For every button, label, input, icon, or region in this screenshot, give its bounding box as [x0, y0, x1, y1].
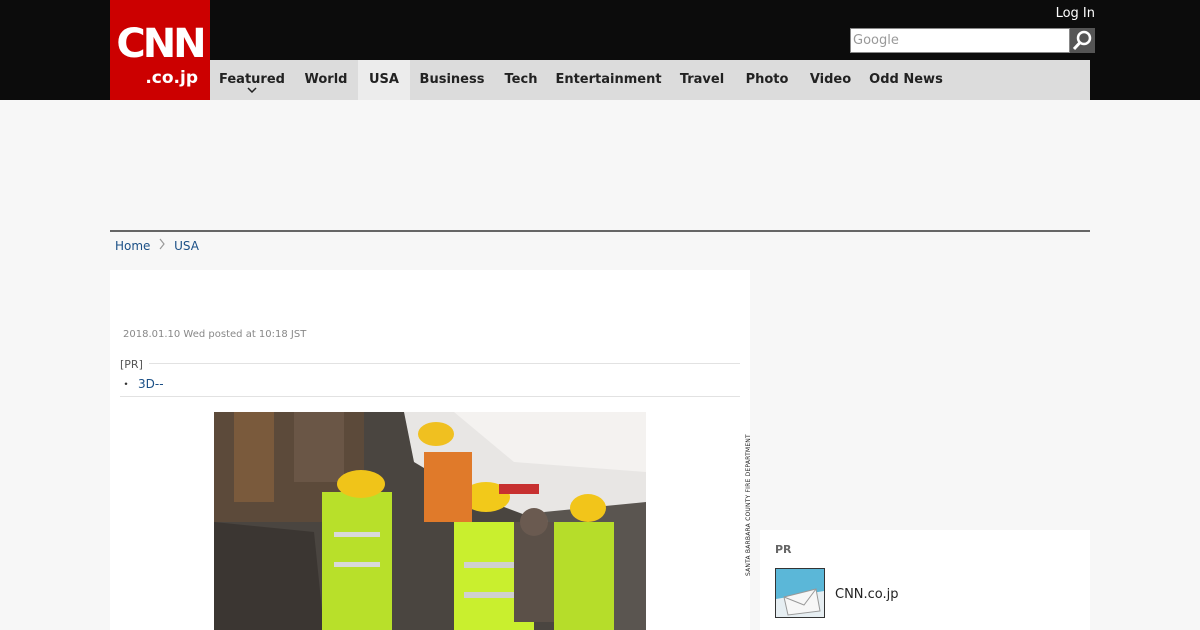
- envelope-icon[interactable]: [775, 568, 825, 618]
- nav-item-travel[interactable]: Travel: [669, 60, 735, 100]
- nav-item-photo[interactable]: Photo: [735, 60, 799, 100]
- top-bar: CNN .co.jp Log In Google Featured World …: [0, 0, 1200, 100]
- nav-item-label: Featured: [219, 72, 285, 87]
- chevron-right-icon: [158, 238, 166, 253]
- pr-label: [PR]: [120, 358, 149, 371]
- nav-item-tech[interactable]: Tech: [494, 60, 548, 100]
- posted-date: 2018.01.10 Wed posted at 10:18 JST: [123, 329, 307, 340]
- nav-item-label: Tech: [504, 72, 538, 87]
- logo-sub: .co.jp: [145, 68, 198, 88]
- breadcrumb-home[interactable]: Home: [115, 239, 150, 253]
- logo-main: CNN: [116, 21, 206, 67]
- nav-item-video[interactable]: Video: [799, 60, 862, 100]
- magnifier-icon: [1072, 30, 1092, 51]
- pr-link-text: 3D--: [138, 377, 164, 391]
- nav-item-label: Photo: [745, 72, 789, 87]
- nav-item-odd-news[interactable]: Odd News: [862, 60, 950, 100]
- nav-item-label: Video: [809, 72, 852, 87]
- section-divider: [110, 230, 1090, 232]
- sidebar-pr-box: PR CNN.co.jp: [760, 530, 1090, 630]
- nav-item-world[interactable]: World: [294, 60, 358, 100]
- search-input[interactable]: Google: [850, 28, 1070, 53]
- nav-item-featured[interactable]: Featured: [210, 60, 294, 100]
- breadcrumb: Home USA: [115, 238, 199, 253]
- nav-item-label: Business: [419, 72, 485, 87]
- sidebar-pr-item[interactable]: CNN.co.jp: [835, 587, 899, 602]
- cnn-logo[interactable]: CNN .co.jp: [110, 0, 210, 100]
- photo-credit: SANTA BARBARA COUNTY FIRE DEPARTMENT: [745, 434, 752, 576]
- divider: [120, 363, 740, 364]
- nav-item-label: World: [304, 72, 348, 87]
- article-photo: [214, 412, 646, 630]
- divider: [120, 396, 740, 397]
- main-nav: Featured World USA Business Tech Enterta…: [210, 60, 1090, 100]
- nav-item-entertainment[interactable]: Entertainment: [548, 60, 669, 100]
- pr-link[interactable]: ・ 3D--: [120, 375, 164, 392]
- nav-item-label: Entertainment: [555, 72, 662, 87]
- nav-item-label: Travel: [679, 72, 725, 87]
- search-button[interactable]: [1070, 28, 1095, 53]
- breadcrumb-current[interactable]: USA: [174, 239, 199, 253]
- sidebar-pr-title: PR: [775, 543, 792, 556]
- nav-item-label: Odd News: [869, 72, 943, 87]
- chevron-down-icon: [247, 87, 257, 93]
- bullet-icon: ・: [120, 377, 133, 391]
- login-link[interactable]: Log In: [1056, 6, 1095, 21]
- article-card: 2018.01.10 Wed posted at 10:18 JST [PR] …: [110, 270, 750, 630]
- nav-item-usa[interactable]: USA: [358, 60, 410, 100]
- nav-item-business[interactable]: Business: [410, 60, 494, 100]
- nav-item-label: USA: [369, 72, 399, 87]
